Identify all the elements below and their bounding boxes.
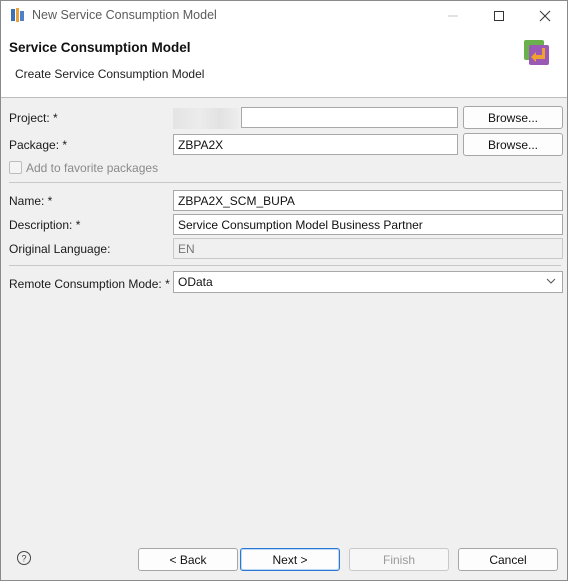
project-label: Project: *	[9, 111, 58, 125]
header-divider	[1, 97, 567, 98]
project-input[interactable]	[241, 107, 458, 128]
description-label: Description: *	[9, 218, 81, 232]
favorite-label: Add to favorite packages	[26, 161, 159, 175]
svg-text:?: ?	[21, 554, 26, 564]
remote-mode-label: Remote Consumption Mode: *	[9, 277, 170, 291]
page-title: Service Consumption Model	[9, 40, 191, 55]
maximize-button[interactable]	[476, 1, 522, 30]
help-icon[interactable]: ?	[16, 550, 32, 566]
chevron-down-icon	[546, 278, 556, 284]
name-input[interactable]: ZBPA2X_SCM_BUPA	[173, 190, 563, 211]
page-subtitle: Create Service Consumption Model	[15, 67, 205, 81]
section-divider-2	[9, 265, 561, 266]
package-label: Package: *	[9, 138, 68, 152]
app-icon	[11, 8, 24, 22]
name-label: Name: *	[9, 194, 53, 208]
language-input: EN	[173, 238, 563, 259]
remote-mode-value: OData	[178, 275, 213, 289]
language-label: Original Language:	[9, 242, 111, 256]
package-browse-button[interactable]: Browse...	[463, 133, 563, 156]
back-button[interactable]: < Back	[138, 548, 238, 571]
close-icon	[539, 10, 551, 21]
description-input[interactable]: Service Consumption Model Business Partn…	[173, 214, 563, 235]
wizard-header: Service Consumption Model Create Service…	[1, 30, 567, 97]
close-button[interactable]	[522, 1, 568, 30]
project-browse-button[interactable]: Browse...	[463, 106, 563, 129]
new-service-consumption-model-dialog: New Service Consumption Model Service Co…	[0, 0, 568, 581]
favorite-checkbox[interactable]	[9, 161, 22, 174]
window-title: New Service Consumption Model	[32, 8, 217, 22]
next-button[interactable]: Next >	[240, 548, 340, 571]
service-consumption-model-icon	[524, 40, 549, 65]
cancel-button[interactable]: Cancel	[458, 548, 558, 571]
minimize-button[interactable]	[430, 1, 476, 30]
finish-button[interactable]: Finish	[349, 548, 449, 571]
minimize-icon	[448, 15, 458, 16]
maximize-icon	[494, 10, 504, 21]
title-bar: New Service Consumption Model	[1, 1, 567, 30]
project-blurred-region	[173, 108, 239, 129]
remote-mode-select[interactable]: OData	[173, 271, 563, 293]
section-divider-1	[9, 182, 561, 183]
package-input[interactable]: ZBPA2X	[173, 134, 458, 155]
